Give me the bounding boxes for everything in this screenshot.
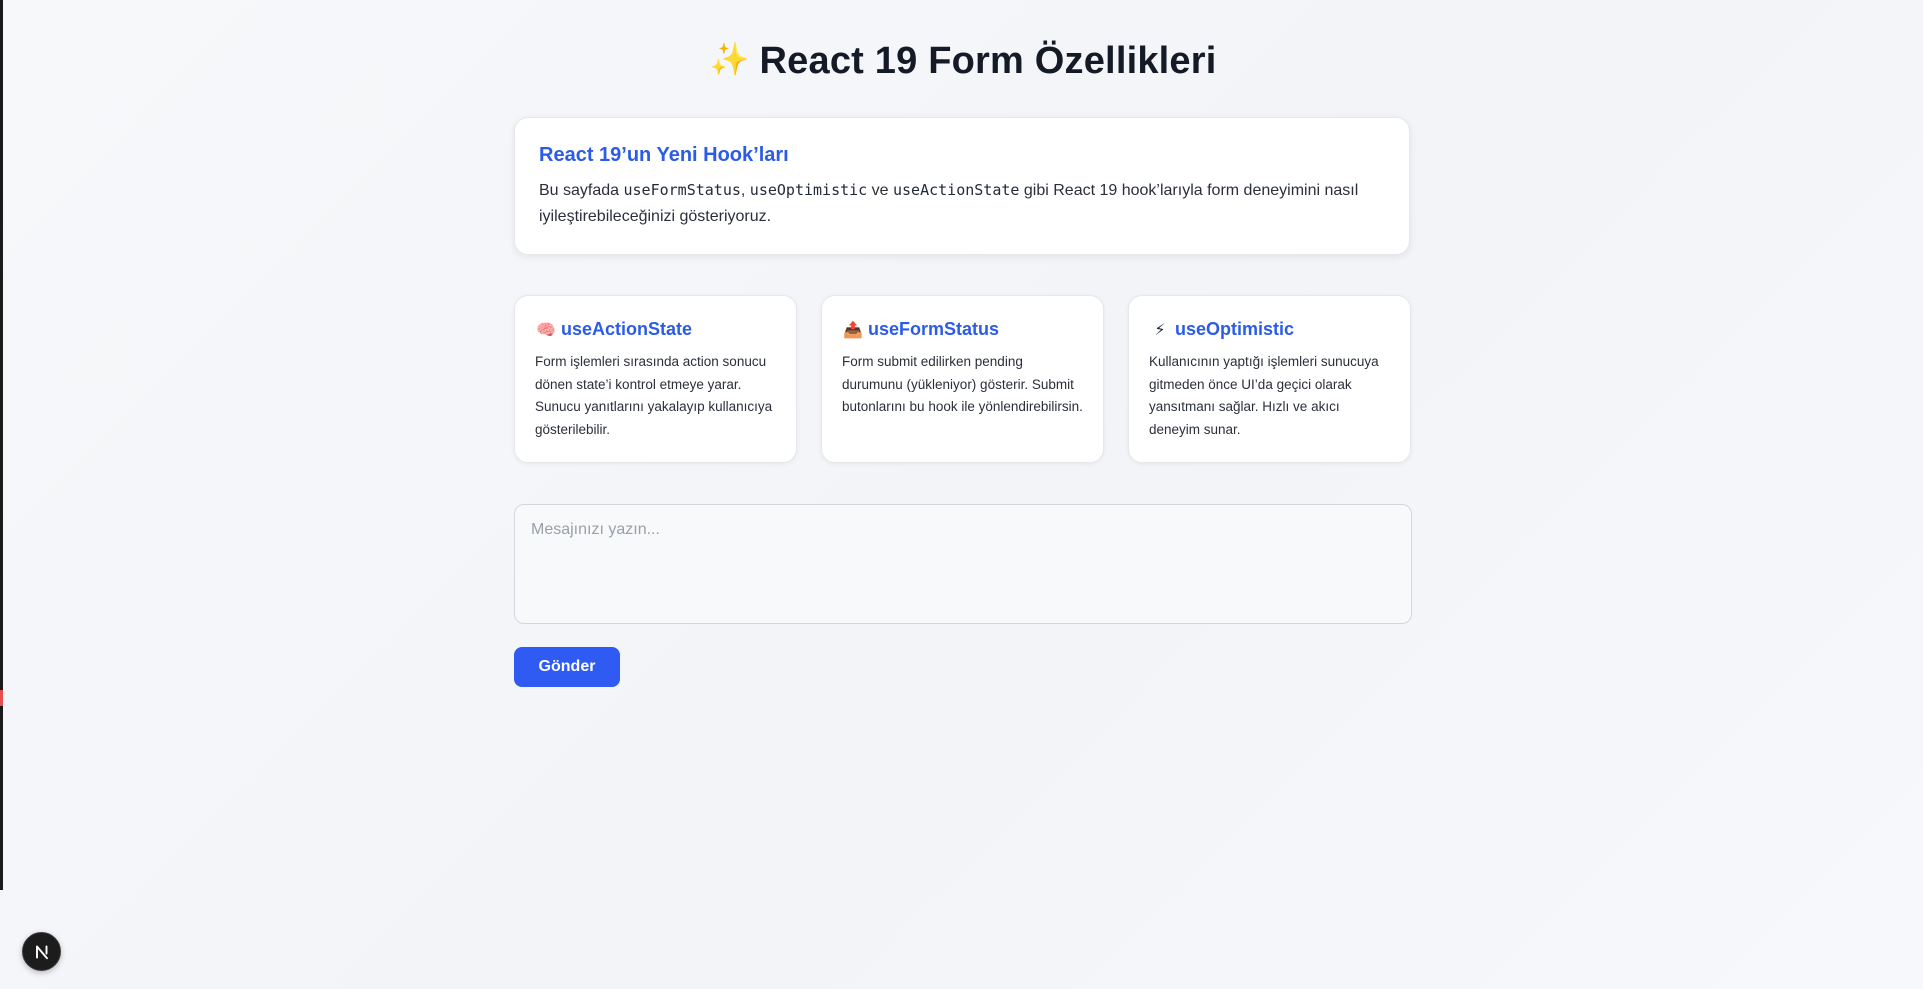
feature-card-useactionstate: 🧠 useActionState Form işlemleri sırasınd… — [514, 295, 797, 463]
nextjs-n-glyph — [35, 945, 48, 959]
feature-description: Form işlemleri sırasında action sonucu d… — [535, 354, 773, 437]
send-button[interactable]: Gönder — [514, 647, 620, 687]
window-left-edge — [0, 0, 3, 890]
intro-separator-comma: , — [740, 182, 750, 199]
outbox-tray-icon: 📤 — [843, 319, 863, 339]
page-title: ✨ React 19 Form Özellikleri — [514, 40, 1412, 83]
sparkles-icon: ✨ — [709, 40, 750, 78]
feature-title: useActionState — [561, 318, 693, 339]
intro-text-start: Bu sayfada — [539, 182, 624, 199]
intro-card: React 19’un Yeni Hook’ları Bu sayfada us… — [514, 117, 1410, 255]
feature-card-useoptimistic: ⚡ useOptimistic Kullanıcının yaptığı işl… — [1128, 295, 1411, 463]
intro-title: React 19’un Yeni Hook’ları — [539, 144, 789, 166]
nextjs-logo-icon[interactable] — [22, 932, 61, 971]
code-useactionstate: useActionState — [893, 181, 1020, 199]
feature-description: Kullanıcının yaptığı işlemleri sunucuya … — [1149, 354, 1379, 437]
page-title-text: React 19 Form Özellikleri — [759, 40, 1217, 82]
feature-card-useformstatus: 📤 useFormStatus Form submit edilirken pe… — [821, 295, 1104, 463]
intro-separator-and: ve — [867, 182, 893, 199]
feature-title: useFormStatus — [868, 318, 1000, 339]
lightning-icon: ⚡ — [1154, 319, 1166, 339]
feature-header: 🧠 useActionState — [535, 318, 776, 340]
brain-icon: 🧠 — [536, 319, 556, 339]
window-edge-marker — [0, 690, 3, 706]
message-textarea[interactable] — [514, 504, 1412, 624]
feature-title: useOptimistic — [1175, 318, 1295, 339]
feature-header: ⚡ useOptimistic — [1149, 318, 1390, 340]
code-useformstatus: useFormStatus — [623, 181, 741, 199]
code-useoptimistic: useOptimistic — [749, 181, 868, 199]
feature-description: Form submit edilirken pending durumunu (… — [842, 354, 1083, 414]
intro-text: Bu sayfada useFormStatus, useOptimistic … — [539, 177, 1385, 230]
feature-cards: 🧠 useActionState Form işlemleri sırasınd… — [514, 295, 1412, 463]
feature-header: 📤 useFormStatus — [842, 318, 1083, 340]
